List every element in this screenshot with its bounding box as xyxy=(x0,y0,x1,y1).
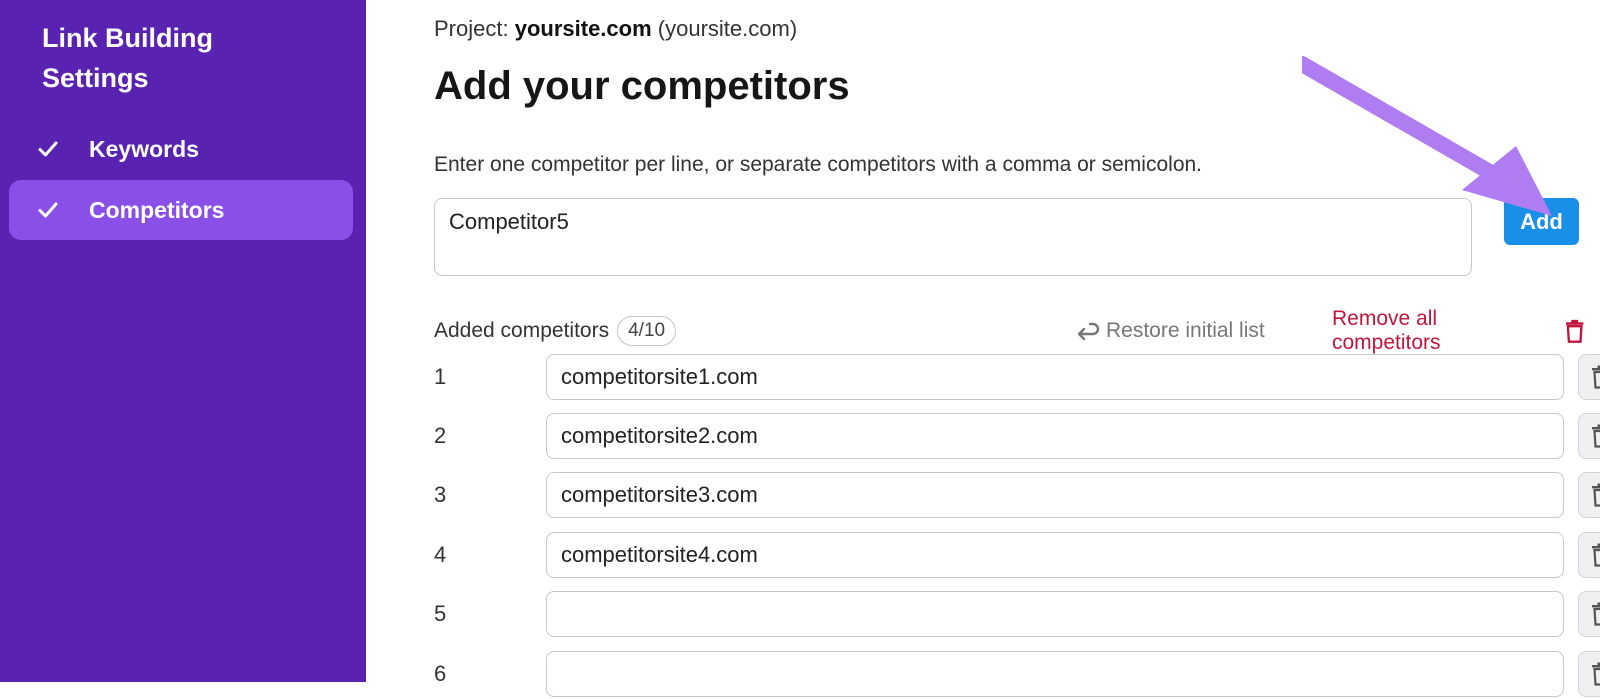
delete-row-button[interactable] xyxy=(1578,472,1600,518)
sidebar-item-label: Competitors xyxy=(89,197,224,224)
row-number: 6 xyxy=(434,661,464,687)
project-domain: (yoursite.com) xyxy=(658,16,797,41)
count-badge: 4/10 xyxy=(617,316,676,346)
added-competitors-label: Added competitors xyxy=(434,319,609,343)
main-content: Project: yoursite.com (yoursite.com) Add… xyxy=(366,0,1600,682)
sidebar-item-keywords[interactable]: Keywords xyxy=(9,119,353,179)
delete-row-button[interactable] xyxy=(1578,532,1600,578)
undo-arrow-icon xyxy=(1074,320,1100,342)
project-prefix: Project: xyxy=(434,16,509,41)
row-number: 5 xyxy=(434,601,464,627)
competitor-field[interactable] xyxy=(546,413,1564,459)
delete-row-button[interactable] xyxy=(1578,413,1600,459)
project-line: Project: yoursite.com (yoursite.com) xyxy=(434,16,797,42)
check-icon xyxy=(37,199,59,221)
sidebar-item-competitors[interactable]: Competitors xyxy=(9,180,353,240)
delete-row-button[interactable] xyxy=(1578,354,1600,400)
delete-row-button[interactable] xyxy=(1578,651,1600,697)
competitor-field[interactable] xyxy=(546,591,1564,637)
sidebar-title: Link Building Settings xyxy=(42,18,322,98)
competitors-input[interactable] xyxy=(434,198,1472,276)
trash-icon xyxy=(1591,662,1600,686)
project-name: yoursite.com xyxy=(515,16,652,41)
helper-text: Enter one competitor per line, or separa… xyxy=(434,153,1202,177)
row-number: 2 xyxy=(434,423,464,449)
remove-all-competitors-button[interactable]: Remove all competitors xyxy=(1332,307,1584,355)
competitor-field[interactable] xyxy=(546,651,1564,697)
list-header: Added competitors 4/10 Restore initial l… xyxy=(434,314,1584,348)
restore-label: Restore initial list xyxy=(1106,319,1265,343)
trash-icon xyxy=(1591,543,1600,567)
list-item: 5 xyxy=(434,591,1594,639)
sidebar-item-label: Keywords xyxy=(89,136,199,163)
trash-icon xyxy=(1591,424,1600,448)
list-item: 1 xyxy=(434,354,1594,402)
restore-initial-list-button[interactable]: Restore initial list xyxy=(1074,319,1265,343)
sidebar-title-line1: Link Building xyxy=(42,18,322,58)
competitor-field[interactable] xyxy=(546,354,1564,400)
row-number: 1 xyxy=(434,364,464,390)
row-number: 4 xyxy=(434,542,464,568)
trash-icon xyxy=(1591,365,1600,389)
competitor-field[interactable] xyxy=(546,532,1564,578)
trash-icon xyxy=(1591,483,1600,507)
trash-icon xyxy=(1591,602,1600,626)
sidebar-title-line2: Settings xyxy=(42,58,322,98)
list-item: 4 xyxy=(434,532,1594,580)
page-title: Add your competitors xyxy=(434,64,850,109)
list-item: 6 xyxy=(434,651,1594,699)
sidebar: Link Building Settings Keywords Competit… xyxy=(0,0,366,682)
competitor-field[interactable] xyxy=(546,472,1564,518)
list-item: 3 xyxy=(434,472,1594,520)
row-number: 3 xyxy=(434,482,464,508)
add-button[interactable]: Add xyxy=(1504,198,1579,245)
trash-icon xyxy=(1565,319,1584,343)
delete-row-button[interactable] xyxy=(1578,591,1600,637)
remove-all-label: Remove all competitors xyxy=(1332,307,1545,355)
check-icon xyxy=(37,138,59,160)
list-item: 2 xyxy=(434,413,1594,461)
